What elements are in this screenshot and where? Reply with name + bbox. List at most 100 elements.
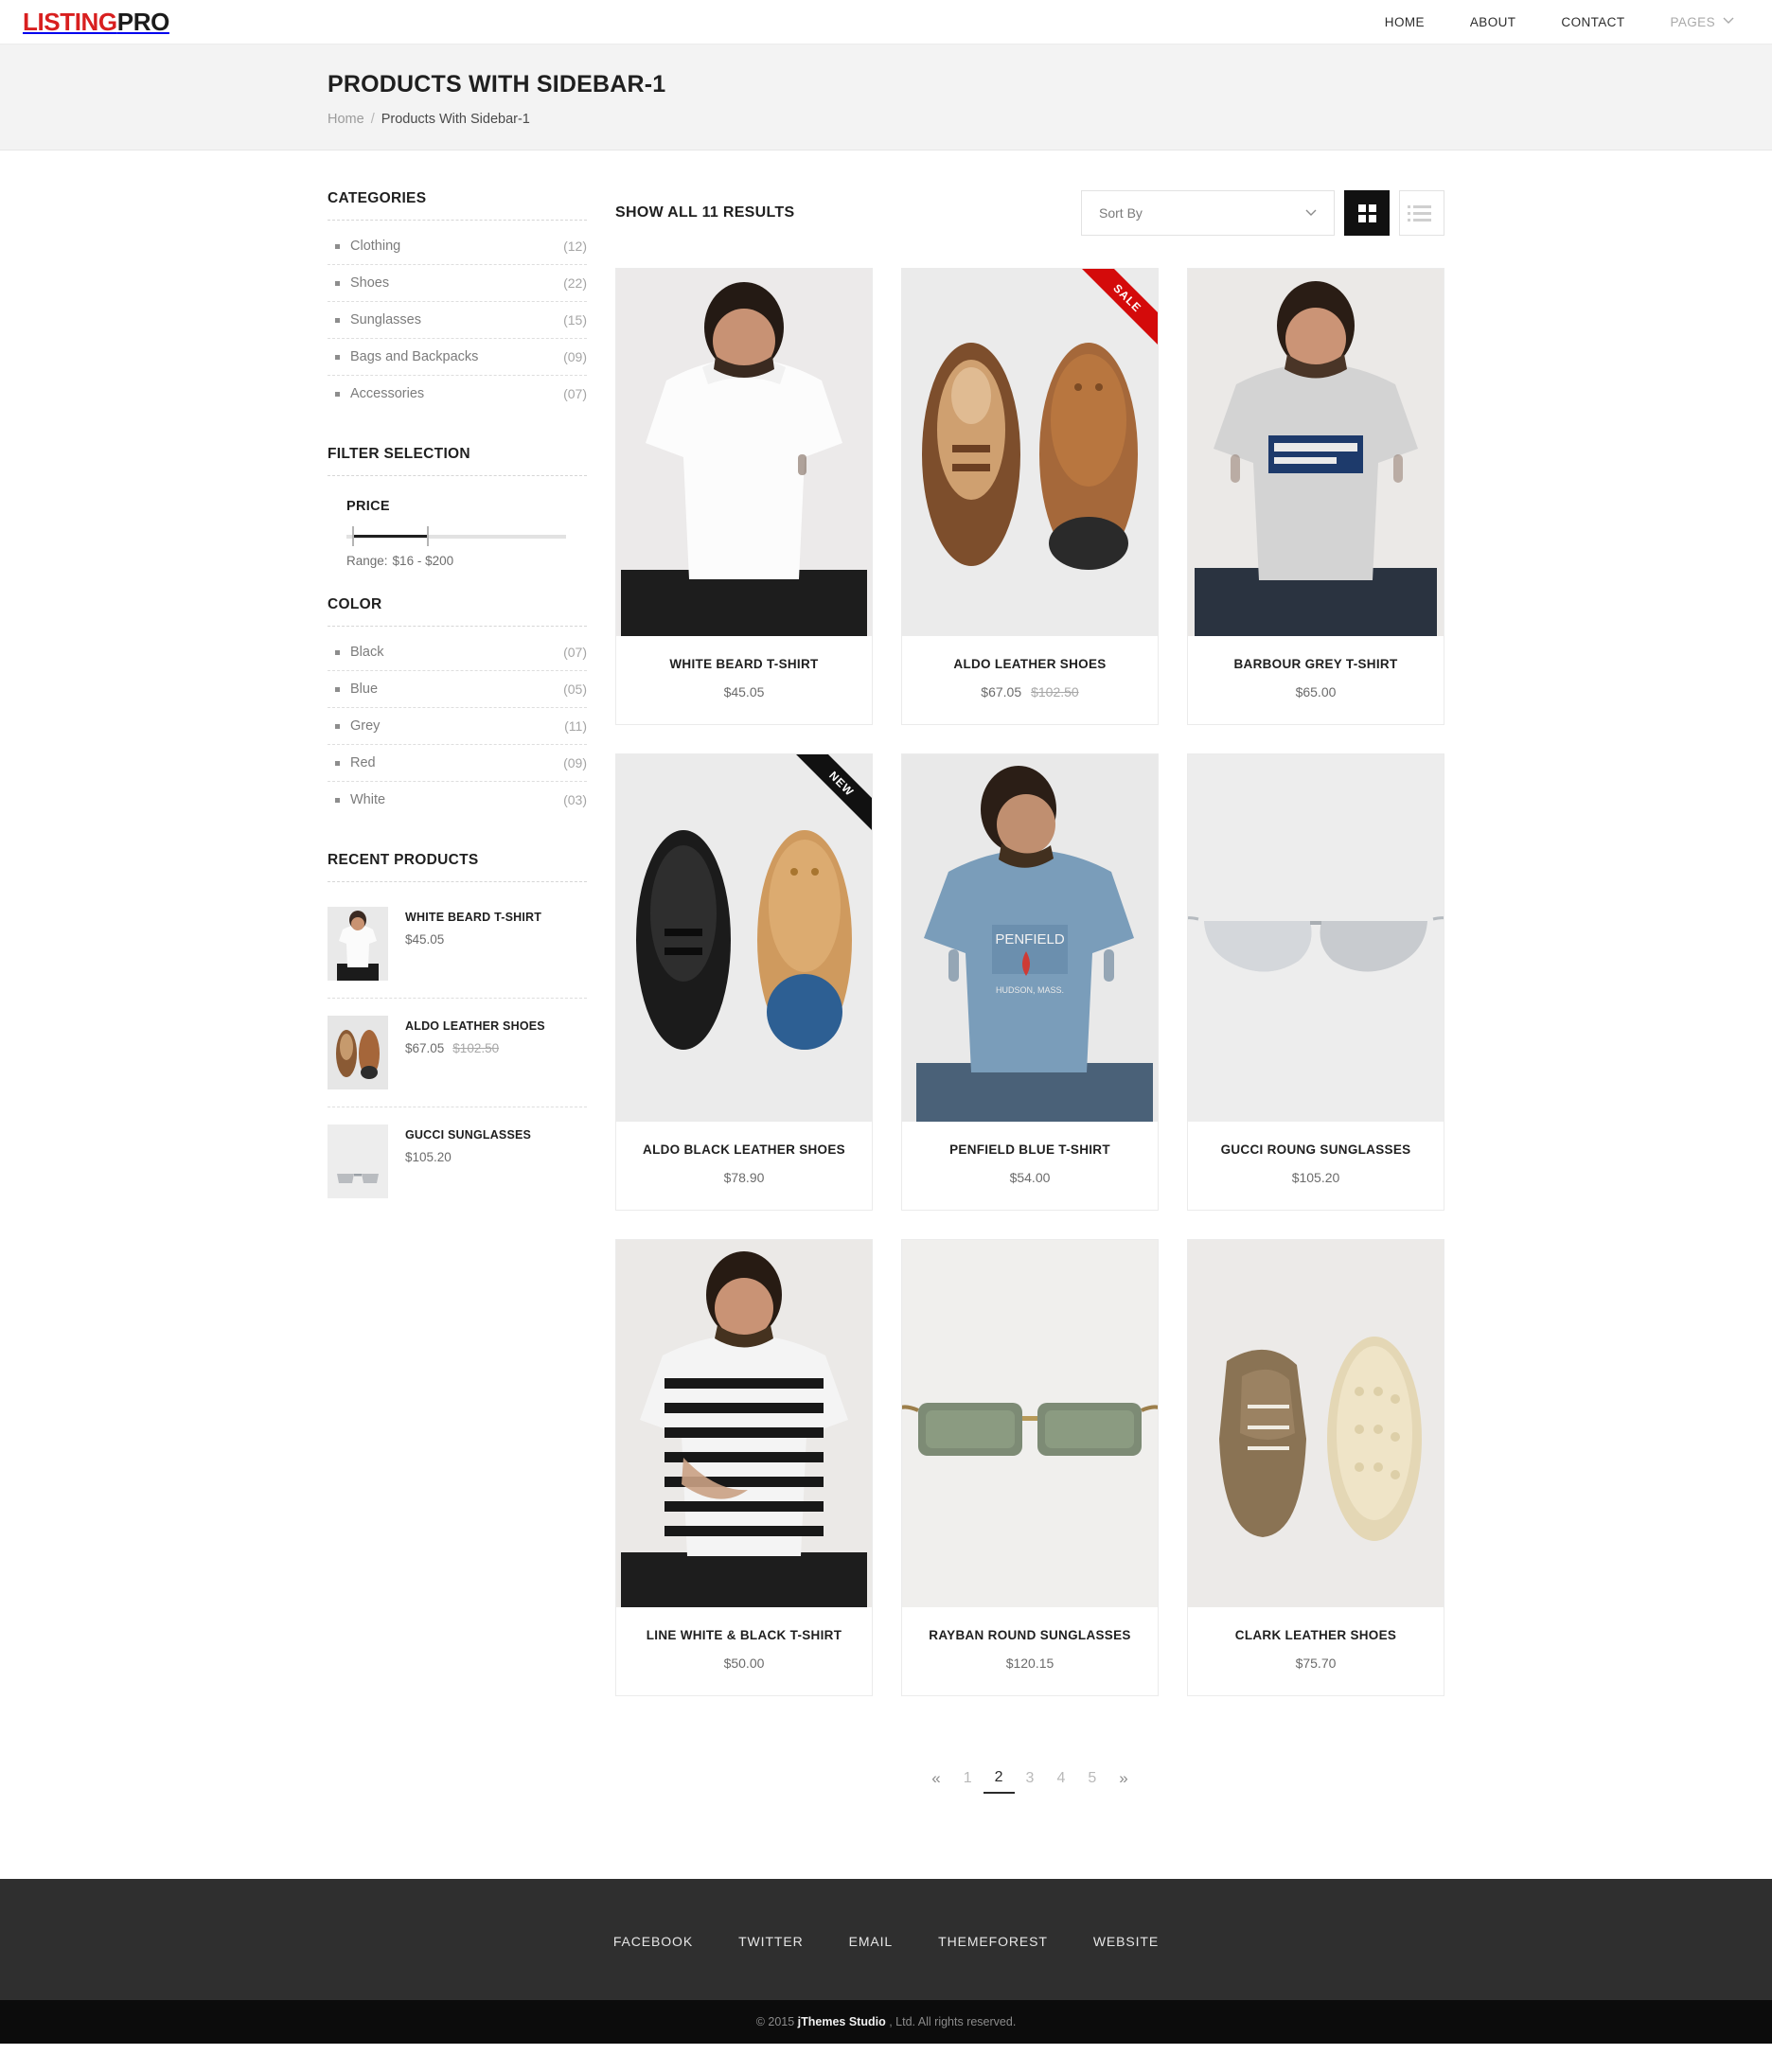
pagination-page-2[interactable]: 2 xyxy=(983,1764,1015,1794)
color-item-grey[interactable]: Grey (11) xyxy=(328,708,587,745)
price-current: $67.05 xyxy=(981,684,1022,700)
color-count: (07) xyxy=(563,645,587,660)
color-item-white[interactable]: White (03) xyxy=(328,782,587,818)
bullet-icon xyxy=(335,723,340,729)
price-current: $78.90 xyxy=(723,1170,765,1185)
grid-view-button[interactable] xyxy=(1344,190,1390,236)
recent-product-info: ALDO LEATHER SHOES $67.05 $102.50 xyxy=(405,1016,545,1089)
grid-icon xyxy=(1357,204,1376,222)
product-card[interactable]: WHITE BEARD T-SHIRT $45.05 xyxy=(615,268,873,725)
product-image xyxy=(1188,754,1444,1122)
product-name: RAYBAN ROUND SUNGLASSES xyxy=(929,1628,1131,1642)
chevron-down-icon xyxy=(1305,206,1317,220)
product-info: WHITE BEARD T-SHIRT $45.05 xyxy=(616,636,872,724)
product-image: SALE xyxy=(902,269,1158,636)
product-card[interactable]: PENFIELD HUDSON, MASS. PENFIELD BLUE T-S… xyxy=(901,753,1159,1211)
product-name: ALDO BLACK LEATHER SHOES xyxy=(643,1142,845,1157)
bullet-icon xyxy=(335,686,340,692)
price-range-caption: Range: $16 - $200 xyxy=(346,554,587,568)
price-range-slider[interactable] xyxy=(346,526,566,546)
product-card[interactable]: GUCCI ROUNG SUNGLASSES $105.20 xyxy=(1187,753,1444,1211)
pagination-prev[interactable]: « xyxy=(920,1764,951,1793)
pagination-page-3[interactable]: 3 xyxy=(1015,1765,1046,1793)
categories-title: CATEGORIES xyxy=(328,190,587,221)
pagination-page-5[interactable]: 5 xyxy=(1076,1765,1108,1793)
product-card[interactable]: BARBOUR GREY T-SHIRT $65.00 xyxy=(1187,268,1444,725)
price-current: $54.00 xyxy=(1009,1170,1051,1185)
category-item-sunglasses[interactable]: Sunglasses (15) xyxy=(328,302,587,339)
product-name: CLARK LEATHER SHOES xyxy=(1234,1628,1397,1642)
widget-categories: CATEGORIES Clothing (12) Shoes (22) Sung… xyxy=(328,190,587,412)
category-label: Sunglasses xyxy=(350,312,421,328)
product-image: PENFIELD HUDSON, MASS. xyxy=(902,754,1158,1122)
product-card[interactable]: CLARK LEATHER SHOES $75.70 xyxy=(1187,1239,1444,1696)
product-card[interactable]: RAYBAN ROUND SUNGLASSES $120.15 xyxy=(901,1239,1159,1696)
product-info: PENFIELD BLUE T-SHIRT $54.00 xyxy=(902,1122,1158,1210)
product-info: BARBOUR GREY T-SHIRT $65.00 xyxy=(1188,636,1444,724)
nav-item-contact[interactable]: CONTACT xyxy=(1538,15,1647,29)
product-price: $50.00 xyxy=(626,1656,862,1671)
footer-link-facebook[interactable]: FACEBOOK xyxy=(613,1934,693,1949)
product-image xyxy=(1188,269,1444,636)
category-item-bags-and-backpacks[interactable]: Bags and Backpacks (09) xyxy=(328,339,587,376)
color-count: (09) xyxy=(563,755,587,770)
logo-primary-text: LISTING xyxy=(23,8,117,36)
product-image xyxy=(616,269,872,636)
nav-item-about[interactable]: ABOUT xyxy=(1447,15,1539,29)
pagination-page-1[interactable]: 1 xyxy=(952,1765,983,1793)
color-item-red[interactable]: Red (09) xyxy=(328,745,587,782)
product-name: LINE WHITE & BLACK T-SHIRT xyxy=(646,1628,842,1642)
price-current: $67.05 xyxy=(405,1041,445,1055)
category-count: (12) xyxy=(563,239,587,254)
color-count: (05) xyxy=(563,682,587,697)
pagination-next[interactable]: » xyxy=(1108,1764,1139,1793)
product-name: BARBOUR GREY T-SHIRT xyxy=(1233,657,1398,671)
category-item-accessories[interactable]: Accessories (07) xyxy=(328,376,587,412)
breadcrumb-home-link[interactable]: Home xyxy=(328,112,364,127)
product-price: $67.05 $102.50 xyxy=(912,684,1148,700)
product-image xyxy=(1188,1240,1444,1607)
product-card[interactable]: SALE ALDO LEATHER SHOES $67.05 $102.50 xyxy=(901,268,1159,725)
recent-product-item[interactable]: GUCCI SUNGLASSES $105.20 xyxy=(328,1107,587,1215)
copyright-suffix: , Ltd. All rights reserved. xyxy=(885,2014,1017,2028)
logo-secondary-text: PRO xyxy=(116,8,170,36)
site-footer: FACEBOOK TWITTER EMAIL THEMEFOREST WEBSI… xyxy=(0,1878,1772,2000)
category-count: (22) xyxy=(563,275,587,291)
recent-product-thumbnail xyxy=(328,1016,388,1089)
category-item-clothing[interactable]: Clothing (12) xyxy=(328,228,587,265)
product-info: RAYBAN ROUND SUNGLASSES $120.15 xyxy=(902,1607,1158,1695)
color-label: Red xyxy=(350,755,376,770)
price-current: $45.05 xyxy=(723,684,765,700)
price-slider-handle-min[interactable] xyxy=(352,526,354,546)
pagination-page-4[interactable]: 4 xyxy=(1045,1765,1076,1793)
price-current: $120.15 xyxy=(1005,1656,1054,1671)
footer-link-email[interactable]: EMAIL xyxy=(849,1934,894,1949)
nav-item-home[interactable]: HOME xyxy=(1362,15,1447,29)
footer-link-themeforest[interactable]: THEMEFOREST xyxy=(938,1934,1048,1949)
nav-item-pages[interactable]: PAGES xyxy=(1647,15,1723,29)
sort-by-select[interactable]: Sort By xyxy=(1081,190,1335,236)
recent-product-name: ALDO LEATHER SHOES xyxy=(405,1019,545,1033)
pagination: « 1 2 3 4 5 » xyxy=(615,1764,1444,1794)
category-item-shoes[interactable]: Shoes (22) xyxy=(328,265,587,302)
color-item-blue[interactable]: Blue (05) xyxy=(328,671,587,708)
breadcrumb: Home / Products With Sidebar-1 xyxy=(328,112,1444,127)
recent-product-item[interactable]: ALDO LEATHER SHOES $67.05 $102.50 xyxy=(328,999,587,1107)
filter-selection-title: FILTER SELECTION xyxy=(328,446,587,476)
page-header-bar: PRODUCTS WITH SIDEBAR-1 Home / Products Wi… xyxy=(0,44,1772,151)
list-view-button[interactable] xyxy=(1399,190,1444,236)
sidebar: CATEGORIES Clothing (12) Shoes (22) Sung… xyxy=(328,190,587,1249)
product-card[interactable]: LINE WHITE & BLACK T-SHIRT $50.00 xyxy=(615,1239,873,1696)
site-logo[interactable]: LISTINGPRO xyxy=(23,9,169,34)
color-item-black[interactable]: Black (07) xyxy=(328,634,587,671)
recent-product-item[interactable]: WHITE BEARD T-SHIRT $45.05 xyxy=(328,890,587,999)
footer-link-website[interactable]: WEBSITE xyxy=(1093,1934,1159,1949)
sort-by-value: Sort By xyxy=(1099,205,1143,221)
category-label: Bags and Backpacks xyxy=(350,349,479,364)
footer-link-twitter[interactable]: TWITTER xyxy=(738,1934,804,1949)
price-slider-handle-max[interactable] xyxy=(427,526,429,546)
product-image: NEW xyxy=(616,754,872,1122)
product-card[interactable]: NEW ALDO BLACK LEATHER SHOES $78.90 xyxy=(615,753,873,1211)
product-name: WHITE BEARD T-SHIRT xyxy=(669,657,819,671)
recent-product-name: WHITE BEARD T-SHIRT xyxy=(405,911,542,924)
